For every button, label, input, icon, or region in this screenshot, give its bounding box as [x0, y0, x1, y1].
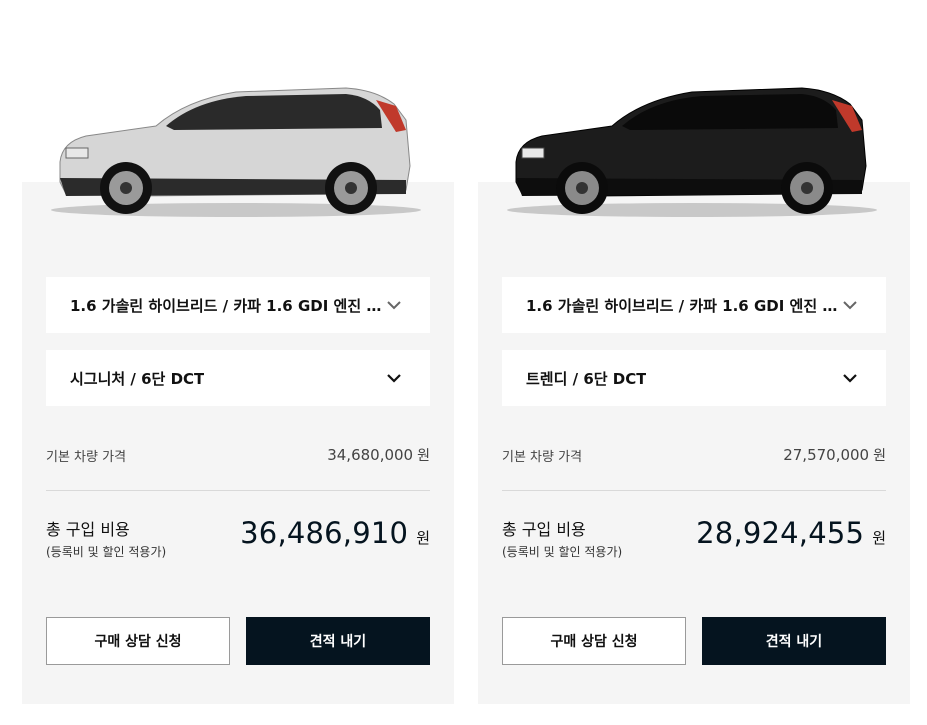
chevron-down-icon: [387, 374, 401, 383]
trim-select[interactable]: 시그니처 / 6단 DCT: [46, 350, 430, 406]
currency-unit: 원: [416, 529, 430, 547]
chevron-down-icon: [387, 301, 401, 310]
quote-button[interactable]: 견적 내기: [246, 617, 430, 665]
base-price: 34,680,000 원: [327, 445, 430, 465]
car-image: [51, 87, 421, 217]
divider: [46, 490, 430, 491]
vehicle-card-1: 1.6 가솔린 하이브리드 / 카파 1.6 GDI 엔진 ... 시그니처 /…: [22, 0, 454, 725]
total-cost-label: 총 구입 비용: [46, 520, 130, 539]
base-price-label: 기본 차량 가격: [502, 449, 583, 465]
total-cost-value: 28,924,455: [696, 516, 865, 550]
consult-button[interactable]: 구매 상담 신청: [46, 617, 230, 665]
currency-unit: 원: [417, 448, 430, 464]
car-image: [507, 87, 877, 217]
base-price-value: 34,680,000: [327, 446, 414, 464]
total-cost: 36,486,910 원: [240, 516, 430, 550]
base-price-row: 기본 차량 가격 34,680,000 원: [46, 444, 430, 466]
base-price: 27,570,000 원: [783, 445, 886, 465]
total-cost-note: (등록비 및 할인 적용가): [502, 545, 623, 559]
currency-unit: 원: [872, 529, 886, 547]
trim-select-label: 시그니처 / 6단 DCT: [70, 369, 205, 388]
powertrain-select-label: 1.6 가솔린 하이브리드 / 카파 1.6 GDI 엔진 ...: [70, 296, 382, 315]
total-cost-label: 총 구입 비용: [502, 520, 586, 539]
total-cost: 28,924,455 원: [696, 516, 886, 550]
divider: [502, 490, 886, 491]
total-cost-note: (등록비 및 할인 적용가): [46, 545, 167, 559]
vehicle-card-2: 1.6 가솔린 하이브리드 / 카파 1.6 GDI 엔진 ... 트렌디 / …: [478, 0, 910, 725]
powertrain-select-label: 1.6 가솔린 하이브리드 / 카파 1.6 GDI 엔진 ...: [526, 296, 838, 315]
consult-button[interactable]: 구매 상담 신청: [502, 617, 686, 665]
chevron-down-icon: [843, 374, 857, 383]
quote-button[interactable]: 견적 내기: [702, 617, 886, 665]
currency-unit: 원: [873, 448, 886, 464]
chevron-down-icon: [843, 301, 857, 310]
base-price-value: 27,570,000: [783, 446, 870, 464]
trim-select-label: 트렌디 / 6단 DCT: [526, 369, 647, 388]
powertrain-select[interactable]: 1.6 가솔린 하이브리드 / 카파 1.6 GDI 엔진 ...: [46, 277, 430, 333]
total-cost-value: 36,486,910: [240, 516, 409, 550]
trim-select[interactable]: 트렌디 / 6단 DCT: [502, 350, 886, 406]
base-price-label: 기본 차량 가격: [46, 449, 127, 465]
base-price-row: 기본 차량 가격 27,570,000 원: [502, 444, 886, 466]
powertrain-select[interactable]: 1.6 가솔린 하이브리드 / 카파 1.6 GDI 엔진 ...: [502, 277, 886, 333]
